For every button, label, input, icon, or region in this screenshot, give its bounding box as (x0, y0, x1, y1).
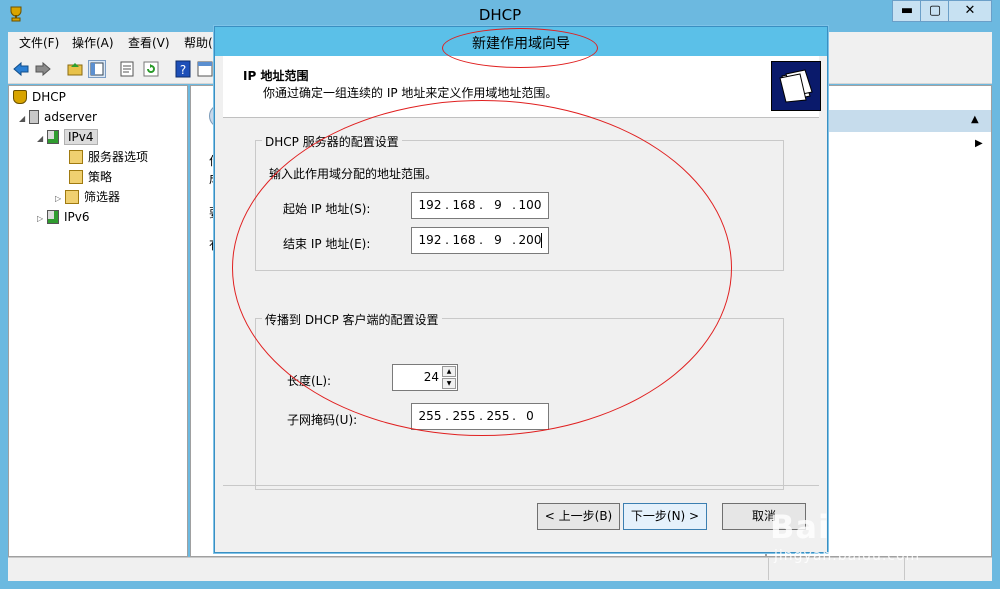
page-subtitle: 你通过确定一组连续的 IP 地址来定义作用域地址范围。 (263, 86, 558, 100)
subnet-mask-input[interactable]: 255 . 255 . 255 . 0 (411, 403, 549, 430)
wizard-body: DHCP 服务器的配置设置 输入此作用域分配的地址范围。 起始 IP 地址(S)… (223, 118, 819, 490)
wizard-separator (223, 485, 819, 486)
range-instruction: 输入此作用域分配的地址范围。 (269, 167, 438, 181)
watermark-url: jingyan.baidu.com (774, 548, 921, 564)
collapsed-arrow-icon[interactable]: ▷ (55, 190, 65, 208)
maximize-button[interactable]: ▢ (920, 0, 950, 22)
properties-icon[interactable] (118, 60, 136, 78)
server-icon (29, 110, 39, 124)
minimize-button[interactable]: ▬ (892, 0, 922, 22)
ipv4-server-icon (47, 130, 59, 144)
policy-icon (69, 170, 83, 184)
wizard-title-bar: 新建作用域向导 (215, 27, 827, 56)
length-label: 长度(L): (287, 374, 332, 388)
expanded-arrow-icon[interactable]: ◢ (19, 110, 29, 128)
more-actions-arrow-icon[interactable]: ▶ (975, 138, 983, 149)
filter-icon (65, 190, 79, 204)
up-folder-icon[interactable] (66, 60, 84, 78)
spin-up-button[interactable]: ▲ (442, 366, 456, 377)
expanded-arrow-icon[interactable]: ◢ (37, 130, 47, 148)
start-ip-input[interactable]: 192 . 168 . 9 . 100 (411, 192, 549, 219)
group-legend: 传播到 DHCP 客户端的配置设置 (262, 311, 442, 328)
baidu-watermark: Baidu经验 jingyan.baidu.com (768, 478, 994, 574)
subnet-mask-label: 子网掩码(U): (287, 413, 358, 427)
close-button[interactable]: ✕ (948, 0, 992, 22)
show-tree-icon[interactable] (88, 60, 106, 78)
ipv6-server-icon (47, 210, 59, 224)
app-title: DHCP (478, 6, 522, 24)
collapse-up-icon[interactable]: ▲ (971, 114, 979, 125)
watermark-brand: Baidu经验 (770, 508, 944, 546)
wizard-header: IP 地址范围 你通过确定一组连续的 IP 地址来定义作用域地址范围。 (223, 56, 821, 118)
end-ip-input[interactable]: 192 . 168 . 9 . 200 (411, 227, 549, 254)
svg-text:?: ? (180, 63, 186, 77)
back-arrow-icon[interactable] (12, 60, 30, 78)
spin-down-button[interactable]: ▼ (442, 378, 456, 389)
menu-file[interactable]: 文件(F) (19, 35, 59, 51)
tree-item-ipv6[interactable]: ▷ IPv6 (37, 208, 90, 226)
group-legend: DHCP 服务器的配置设置 (262, 133, 402, 150)
tree-item-server-options[interactable]: 服务器选项 (69, 148, 148, 166)
forward-arrow-icon[interactable] (34, 60, 52, 78)
length-value: 24 (423, 370, 439, 384)
tree-item-ipv4[interactable]: ◢ IPv4 (37, 128, 98, 146)
tree-pane: DHCP ◢ adserver ◢ IPv4 服务器选项 策略 ▷ 筛选器 ▷ IPv6 (8, 85, 188, 557)
dhcp-trophy-icon (13, 90, 27, 104)
back-button[interactable]: < 上一步(B) (537, 503, 620, 530)
end-ip-label: 结束 IP 地址(E): (283, 237, 371, 251)
new-scope-wizard-dialog: 新建作用域向导 IP 地址范围 你通过确定一组连续的 IP 地址来定义作用域地址… (214, 26, 828, 553)
wizard-folders-icon (771, 61, 821, 111)
tree-item-dhcp[interactable]: DHCP (13, 88, 66, 106)
next-button[interactable]: 下一步(N) > (623, 503, 707, 530)
console-icon[interactable] (196, 60, 214, 78)
tree-item-policies[interactable]: 策略 (69, 168, 112, 186)
tree-item-adserver[interactable]: ◢ adserver (19, 108, 97, 126)
menu-action[interactable]: 操作(A) (72, 35, 114, 51)
collapsed-arrow-icon[interactable]: ▷ (37, 210, 47, 228)
menu-view[interactable]: 查看(V) (128, 35, 170, 51)
server-config-group: DHCP 服务器的配置设置 输入此作用域分配的地址范围。 起始 IP 地址(S)… (255, 133, 784, 271)
tree-item-filters[interactable]: ▷ 筛选器 (55, 188, 120, 206)
text-cursor (541, 233, 542, 248)
refresh-icon[interactable] (142, 60, 160, 78)
length-spinner[interactable]: 24 ▲ ▼ (392, 364, 458, 391)
help-icon[interactable]: ? (174, 60, 192, 78)
client-config-group: 传播到 DHCP 客户端的配置设置 长度(L): 24 ▲ ▼ 子网掩码(U):… (255, 311, 784, 490)
wizard-title: 新建作用域向导 (472, 36, 570, 52)
start-ip-label: 起始 IP 地址(S): (283, 202, 371, 216)
page-title: IP 地址范围 (243, 69, 309, 83)
folder-options-icon (69, 150, 83, 164)
